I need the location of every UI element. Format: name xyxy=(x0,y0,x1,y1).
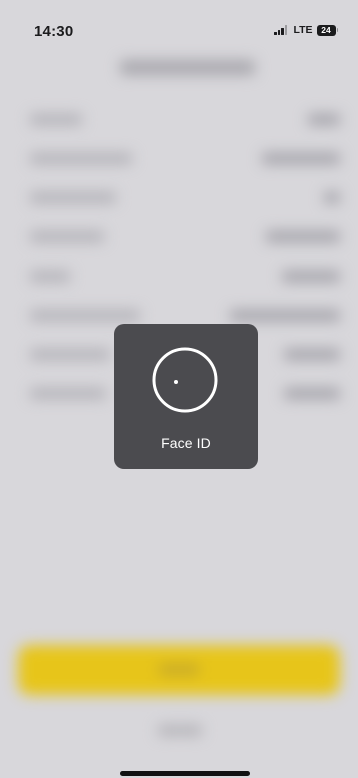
blurred-row-value xyxy=(230,310,340,321)
network-type: LTE xyxy=(293,24,313,36)
status-time: 14:30 xyxy=(34,23,74,40)
face-id-dialog: Face ID xyxy=(114,324,258,469)
blurred-row-value xyxy=(284,349,340,360)
blurred-row-label xyxy=(30,114,82,125)
blurred-row-label xyxy=(30,231,104,242)
blurred-primary-button-label xyxy=(159,664,199,675)
blurred-row-value xyxy=(262,153,340,164)
blurred-row-label xyxy=(30,271,70,282)
blurred-page-title xyxy=(120,60,255,75)
status-indicators: LTE 24 xyxy=(274,24,338,36)
blurred-row-value xyxy=(284,388,340,399)
face-id-label: Face ID xyxy=(161,435,211,451)
blurred-row-value xyxy=(308,114,340,125)
blurred-row-label xyxy=(30,388,106,399)
blurred-row-value xyxy=(282,271,340,282)
blurred-row-label xyxy=(30,153,132,164)
blurred-row-value xyxy=(266,231,340,242)
blurred-row-value xyxy=(324,192,340,203)
battery-level: 24 xyxy=(316,24,336,36)
blurred-row-label xyxy=(30,349,110,360)
battery-tip xyxy=(336,28,338,32)
cellular-signal-icon xyxy=(274,25,288,35)
blurred-row-label xyxy=(30,192,116,203)
blurred-row-label xyxy=(30,310,140,321)
battery-icon: 24 xyxy=(316,24,338,36)
blurred-secondary-link xyxy=(158,725,202,736)
home-indicator[interactable] xyxy=(120,771,250,776)
screen: 14:30 LTE 24 Face ID xyxy=(0,0,358,778)
face-id-scan-icon xyxy=(152,347,218,413)
